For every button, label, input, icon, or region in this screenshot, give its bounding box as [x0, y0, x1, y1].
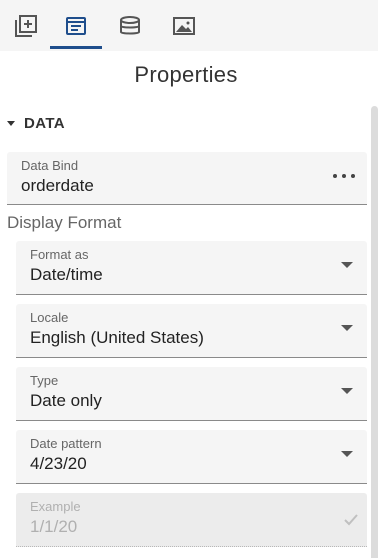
date-pattern-label: Date pattern — [30, 436, 102, 451]
section-label: DATA — [24, 114, 66, 132]
more-horizontal-icon — [333, 174, 337, 178]
display-format-label: Display Format — [7, 213, 122, 232]
more-options-button[interactable] — [333, 171, 355, 181]
tab-images[interactable] — [158, 0, 210, 51]
check-icon — [344, 514, 358, 526]
panel-toolbar — [0, 0, 378, 51]
database-icon — [120, 15, 140, 34]
data-bind-value: orderdate — [21, 176, 94, 195]
date-pattern-value: 4/23/20 — [30, 454, 87, 473]
example-label: Example — [30, 499, 81, 514]
caret-down-icon — [7, 121, 15, 126]
chevron-down-icon — [341, 262, 353, 268]
format-as-label: Format as — [30, 247, 89, 262]
chevron-down-icon — [341, 388, 353, 394]
example-field: Example 1/1/20 — [16, 493, 367, 547]
add-element-icon — [15, 14, 37, 37]
locale-select[interactable]: Locale English (United States) — [16, 304, 367, 358]
panel-title: Properties — [134, 62, 238, 87]
chevron-down-icon — [341, 325, 353, 331]
type-select[interactable]: Type Date only — [16, 367, 367, 421]
tab-add-element[interactable] — [0, 0, 52, 51]
tab-properties[interactable] — [50, 0, 102, 51]
properties-icon — [66, 16, 86, 35]
type-label: Type — [30, 373, 59, 388]
data-bind-field[interactable]: Data Bind orderdate — [7, 152, 367, 205]
format-as-select[interactable]: Format as Date/time — [16, 241, 367, 295]
example-value: 1/1/20 — [30, 517, 78, 536]
data-bind-label: Data Bind — [21, 158, 79, 173]
locale-label: Locale — [30, 310, 69, 325]
section-header-data[interactable]: DATA — [6, 112, 65, 134]
format-as-value: Date/time — [30, 265, 103, 284]
chevron-down-icon — [341, 451, 353, 457]
type-value: Date only — [30, 391, 102, 410]
tab-data-sources[interactable] — [104, 0, 156, 51]
scrollbar-thumb[interactable] — [371, 106, 378, 558]
locale-value: English (United States) — [30, 328, 204, 347]
image-icon — [173, 16, 195, 35]
date-pattern-select[interactable]: Date pattern 4/23/20 — [16, 430, 367, 484]
